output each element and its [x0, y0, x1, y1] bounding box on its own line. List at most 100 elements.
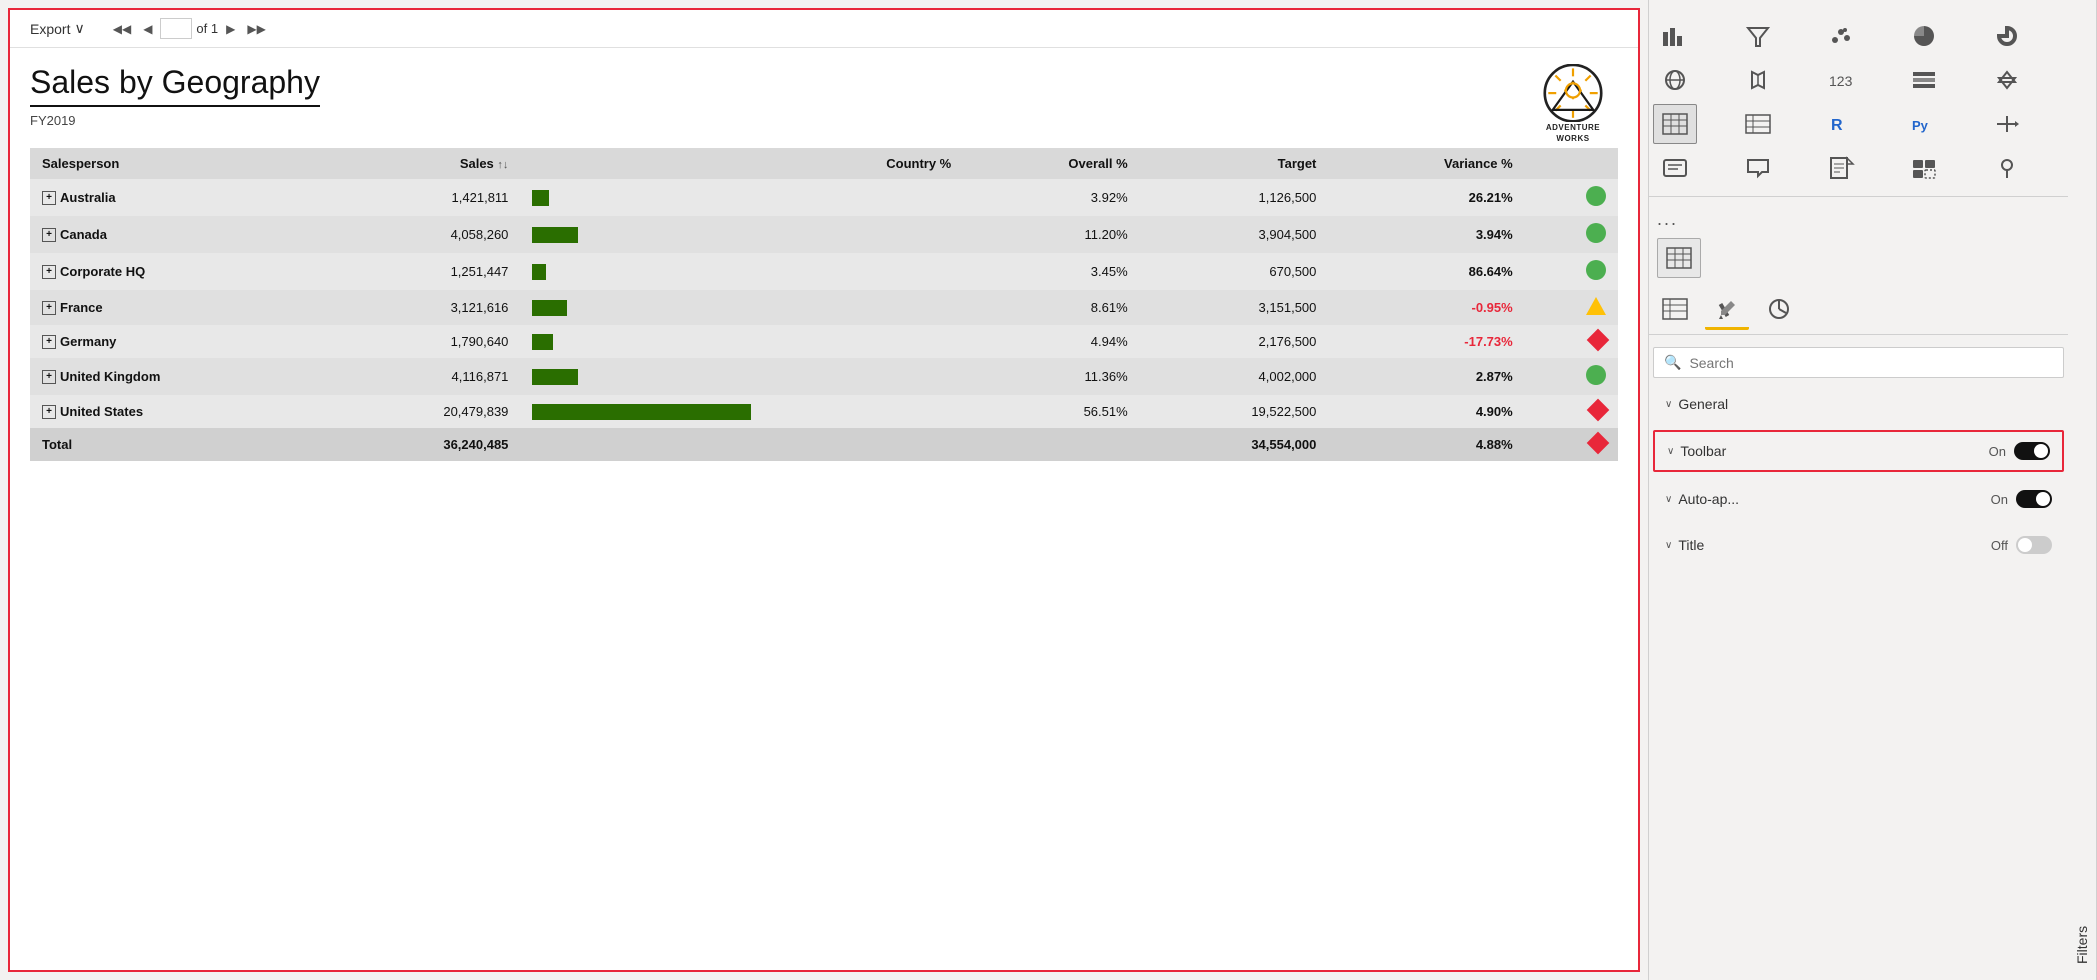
export-button[interactable]: Export ∨: [22, 16, 93, 41]
row-sales: 4,116,871: [332, 358, 521, 395]
row-target: 3,904,500: [1140, 216, 1329, 253]
col-country-pct[interactable]: Country %: [775, 148, 964, 179]
table-row: +Australia 1,421,811 3.92% 1,126,500 26.…: [30, 179, 1618, 216]
row-bar: [520, 216, 774, 253]
total-bar: [520, 428, 774, 461]
report-content: Sales by Geography FY2019: [10, 48, 1638, 970]
search-box[interactable]: 🔍: [1653, 347, 2064, 378]
next-page-button[interactable]: ▶: [222, 20, 239, 38]
col-salesperson[interactable]: Salesperson: [30, 148, 332, 179]
matrix-expand-area: [1649, 234, 2068, 282]
matrix-table-icon[interactable]: [1653, 104, 1697, 144]
bar-chart-icon[interactable]: [1653, 16, 1697, 56]
row-status: [1525, 179, 1618, 216]
r-script-icon[interactable]: R: [1819, 104, 1863, 144]
toolbar-toggle[interactable]: [2014, 442, 2050, 460]
row-bar: [520, 395, 774, 428]
table-header-row: Salesperson Sales ↑↓ Country % Overall %…: [30, 148, 1618, 179]
toolbar-section-header[interactable]: ∨ Toolbar On: [1655, 432, 2062, 470]
table-row: +Canada 4,058,260 11.20% 3,904,500 3.94%: [30, 216, 1618, 253]
matrix-expand-icon[interactable]: [1657, 238, 1701, 278]
row-variance: -0.95%: [1328, 290, 1524, 325]
table-list-icon[interactable]: [1902, 60, 1946, 100]
globe-icon[interactable]: [1653, 60, 1697, 100]
donut-chart-icon[interactable]: [1985, 16, 2029, 56]
right-panel: 123 R Py: [1648, 0, 2068, 980]
total-target: 34,554,000: [1140, 428, 1329, 461]
general-section-label: ∨ General: [1665, 396, 1728, 412]
logo-text: AdventureWorks: [1546, 123, 1600, 144]
row-sales: 4,058,260: [332, 216, 521, 253]
row-name: +United Kingdom: [30, 358, 332, 395]
row-bar: [520, 290, 774, 325]
map-icon[interactable]: [1736, 60, 1780, 100]
col-status: [1525, 148, 1618, 179]
title-section: ∨ Title Off: [1653, 526, 2064, 564]
scatter-plot-icon[interactable]: [1819, 16, 1863, 56]
flat-table-icon[interactable]: [1736, 104, 1780, 144]
row-country-pct: [775, 216, 964, 253]
more-icons-dots: ...: [1649, 205, 2068, 234]
col-target[interactable]: Target: [1140, 148, 1329, 179]
general-section-header[interactable]: ∨ General: [1653, 386, 2064, 422]
filter-icon[interactable]: [1736, 16, 1780, 56]
row-overall-pct: 4.94%: [963, 325, 1139, 358]
row-variance: -17.73%: [1328, 325, 1524, 358]
row-variance: 2.87%: [1328, 358, 1524, 395]
row-target: 2,176,500: [1140, 325, 1329, 358]
title-toggle[interactable]: [2016, 536, 2052, 554]
first-page-button[interactable]: ◀◀: [109, 20, 135, 38]
decomp-tree-icon[interactable]: [1985, 104, 2029, 144]
analytics-tab[interactable]: [1757, 290, 1801, 330]
smart-narrative-icon[interactable]: [1653, 148, 1697, 188]
report-header: Sales by Geography FY2019: [30, 64, 1618, 144]
row-country-pct: [775, 358, 964, 395]
row-name: +Australia: [30, 179, 332, 216]
svg-text:Py: Py: [1912, 118, 1929, 133]
row-name: +Canada: [30, 216, 332, 253]
custom-visual-icon[interactable]: [1902, 148, 1946, 188]
row-status: [1525, 290, 1618, 325]
prev-page-button[interactable]: ◀: [139, 20, 156, 38]
sort-icon: ↑↓: [497, 159, 508, 171]
row-target: 4,002,000: [1140, 358, 1329, 395]
table-total-row: Total 36,240,485 34,554,000 4.88%: [30, 428, 1618, 461]
col-overall-pct[interactable]: Overall %: [963, 148, 1139, 179]
pie-chart-icon[interactable]: [1902, 16, 1946, 56]
row-country-pct: [775, 325, 964, 358]
col-sales[interactable]: Sales ↑↓: [332, 148, 521, 179]
page-number-input[interactable]: 1: [160, 18, 192, 39]
number-icon[interactable]: 123: [1819, 60, 1863, 100]
total-overall-pct: [963, 428, 1139, 461]
col-bar: [520, 148, 774, 179]
general-section: ∨ General: [1653, 386, 2064, 422]
format-paint-tab[interactable]: [1705, 290, 1749, 330]
auto-ap-section-header[interactable]: ∨ Auto-ap... On: [1653, 480, 2064, 518]
map-pins-icon[interactable]: [1985, 148, 2029, 188]
paginated-report-icon[interactable]: [1819, 148, 1863, 188]
row-sales: 1,790,640: [332, 325, 521, 358]
page-total: of 1: [196, 21, 218, 36]
title-section-header[interactable]: ∨ Title Off: [1653, 526, 2064, 564]
table-row: +Corporate HQ 1,251,447 3.45% 670,500 86…: [30, 253, 1618, 290]
row-variance: 26.21%: [1328, 179, 1524, 216]
waterfall-icon[interactable]: [1985, 60, 2029, 100]
row-status: [1525, 216, 1618, 253]
row-overall-pct: 56.51%: [963, 395, 1139, 428]
fields-tab[interactable]: [1653, 290, 1697, 330]
row-overall-pct: 3.92%: [963, 179, 1139, 216]
total-label: Total: [30, 428, 332, 461]
python-icon[interactable]: Py: [1902, 104, 1946, 144]
row-sales: 1,251,447: [332, 253, 521, 290]
last-page-button[interactable]: ▶▶: [243, 20, 269, 38]
chevron-icon: ∨: [1665, 540, 1672, 551]
auto-ap-toggle[interactable]: [2016, 490, 2052, 508]
row-target: 670,500: [1140, 253, 1329, 290]
row-sales: 20,479,839: [332, 395, 521, 428]
col-variance[interactable]: Variance %: [1328, 148, 1524, 179]
row-variance: 3.94%: [1328, 216, 1524, 253]
row-bar: [520, 253, 774, 290]
search-input[interactable]: [1689, 355, 2053, 371]
qa-icon[interactable]: [1736, 148, 1780, 188]
row-name: +Germany: [30, 325, 332, 358]
